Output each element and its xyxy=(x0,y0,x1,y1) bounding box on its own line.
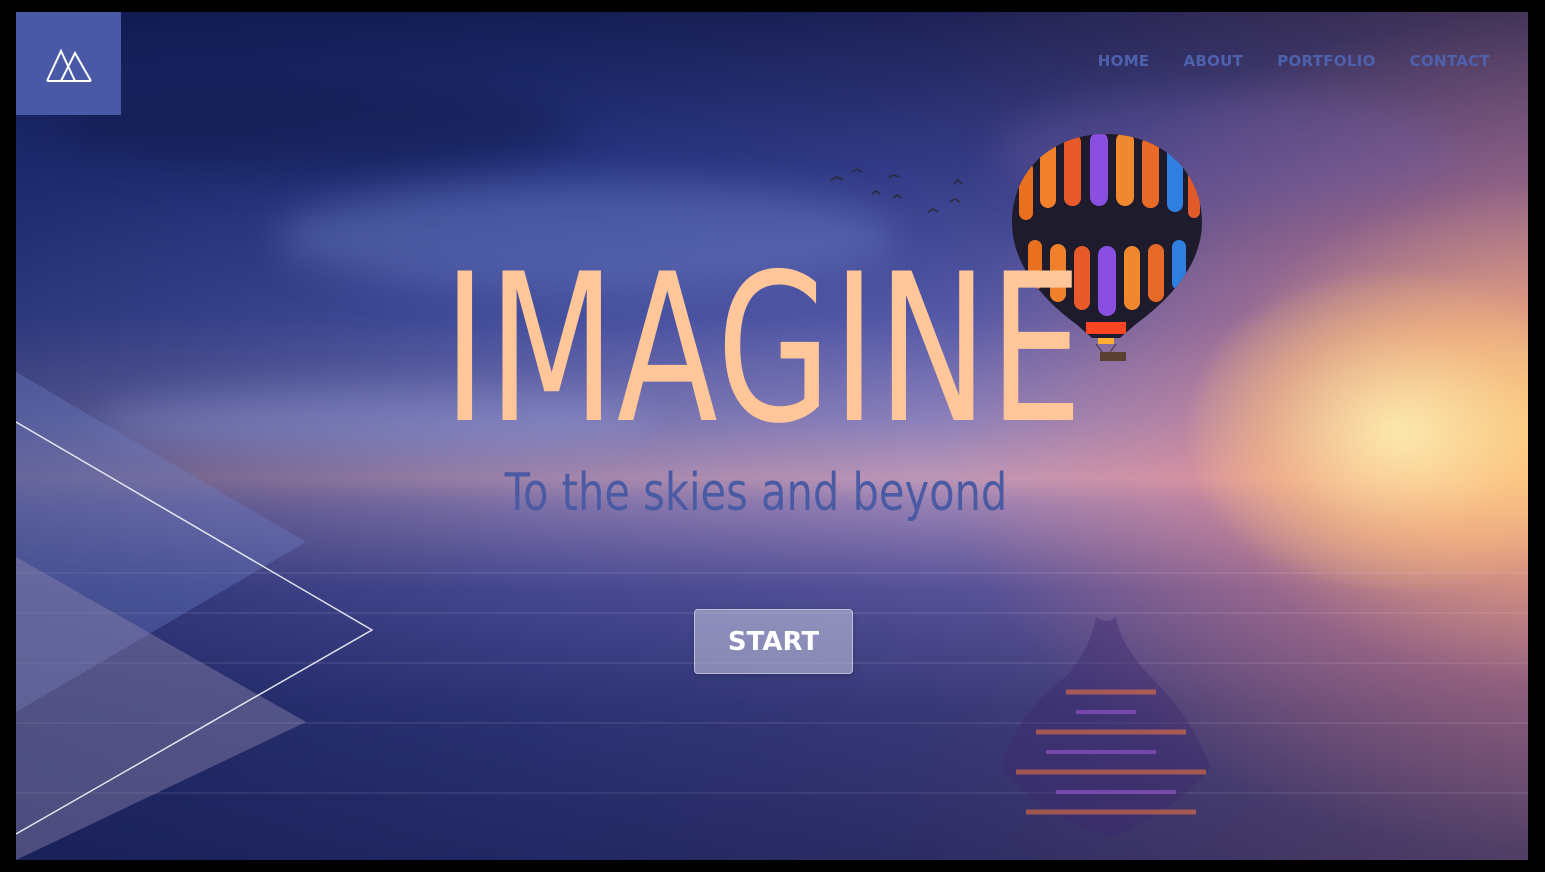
nav-item-home[interactable]: HOME xyxy=(1098,52,1150,70)
hero-background: HOME ABOUT PORTFOLIO CONTACT IMAGINE To … xyxy=(16,12,1528,860)
hero-title: IMAGINE xyxy=(443,231,1084,469)
balloon-reflection xyxy=(1001,617,1211,837)
start-button[interactable]: START xyxy=(694,609,853,674)
cloud xyxy=(996,92,1456,212)
water-ripple xyxy=(16,792,1528,794)
main-nav: HOME ABOUT PORTFOLIO CONTACT xyxy=(1098,52,1490,70)
nav-item-contact[interactable]: CONTACT xyxy=(1410,52,1490,70)
water-ripple xyxy=(16,572,1528,574)
nav-item-portfolio[interactable]: PORTFOLIO xyxy=(1277,52,1375,70)
logo[interactable] xyxy=(16,12,121,115)
water-ripple xyxy=(16,722,1528,724)
birds xyxy=(830,168,963,213)
cloud xyxy=(56,82,576,172)
nav-item-about[interactable]: ABOUT xyxy=(1183,52,1243,70)
triangle-shape xyxy=(16,557,306,860)
mountain-logo-icon xyxy=(45,48,92,82)
hero-subtitle: To the skies and beyond xyxy=(504,463,1008,523)
